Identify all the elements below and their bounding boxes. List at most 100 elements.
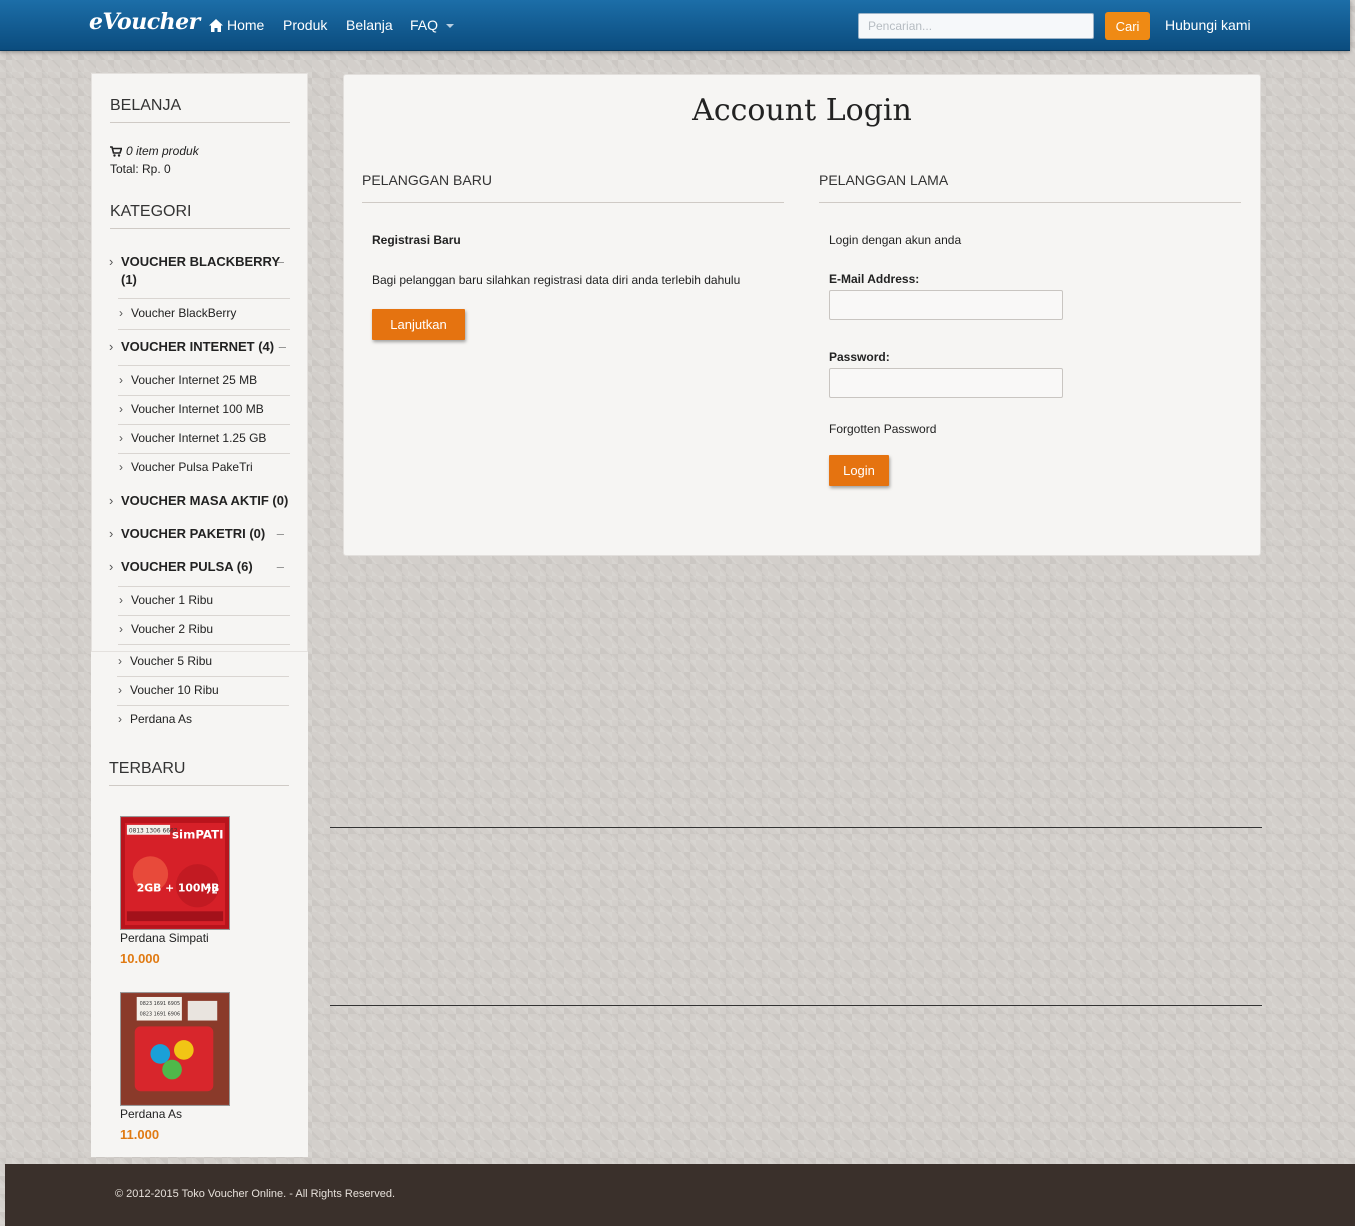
returning-customer-heading: PELANGGAN LAMA (819, 172, 1241, 203)
divider (117, 676, 289, 677)
category-paketri[interactable]: › VOUCHER PAKETRI (0) – (109, 525, 290, 543)
subcategory-label: Voucher 5 Ribu (130, 654, 213, 668)
chevron-right-icon: › (109, 559, 114, 574)
product-image-text: 0823 1691 6905 (140, 1001, 180, 1007)
subcategory-item[interactable]: › Voucher 2 Ribu (119, 622, 290, 636)
continue-button[interactable]: Lanjutkan (372, 309, 465, 340)
chevron-right-icon: › (109, 526, 114, 541)
category-label: VOUCHER BLACKBERRY (1) (121, 254, 280, 287)
category-label: VOUCHER MASA AKTIF (0) (121, 493, 289, 508)
nav-home-label: Home (227, 17, 265, 33)
subcategory-label: Voucher 2 Ribu (131, 622, 214, 636)
register-description: Bagi pelanggan baru silahkan registrasi … (372, 273, 741, 287)
product-price: 11.000 (120, 1127, 160, 1142)
product-name[interactable]: Perdana As (120, 1107, 182, 1121)
subcategory-label: Voucher BlackBerry (131, 306, 237, 320)
chevron-right-icon: › (119, 373, 123, 387)
nav-produk-label: Produk (283, 17, 328, 33)
brand-logo[interactable]: eVoucher (89, 9, 200, 35)
subcategory-label: Voucher 1 Ribu (131, 593, 214, 607)
chevron-right-icon: › (109, 254, 114, 269)
product-image-as[interactable]: 0823 1691 6905 0823 1691 6906 (120, 992, 230, 1106)
latest-heading: TERBARU (109, 760, 289, 786)
subcategory-item[interactable]: › Voucher 1 Ribu (119, 593, 290, 607)
cart-icon (110, 145, 122, 157)
subcategory-item[interactable]: › Voucher Pulsa PakeTri (119, 460, 290, 474)
divider (118, 298, 290, 299)
email-field[interactable] (829, 290, 1063, 320)
chevron-right-icon: › (119, 306, 123, 320)
divider (118, 615, 290, 616)
cart-summary[interactable]: 0 item produk (110, 144, 199, 158)
product-image-text: 72 (205, 887, 217, 897)
divider (330, 827, 1262, 828)
login-intro: Login dengan akun anda (829, 233, 962, 247)
category-masa-aktif[interactable]: › VOUCHER MASA AKTIF (0) (109, 492, 290, 510)
product-image-text: 0823 1691 6906 (140, 1012, 180, 1018)
category-heading: KATEGORI (110, 203, 290, 229)
cart-total: Total: Rp. 0 (110, 162, 171, 176)
category-blackberry[interactable]: › VOUCHER BLACKBERRY (1) – (109, 253, 290, 289)
divider (118, 365, 290, 366)
subcategory-label: Voucher 10 Ribu (130, 683, 219, 697)
subcategory-item[interactable]: › Voucher BlackBerry (119, 306, 290, 320)
subcategory-item[interactable]: › Perdana As (118, 712, 289, 726)
chevron-right-icon: › (118, 683, 122, 697)
product-image-simpati[interactable]: 0813 1306 6662 simPATI 2GB + 100MB 72 (120, 816, 230, 930)
contact-link[interactable]: Hubungi kami (1165, 17, 1251, 33)
nav-faq-label: FAQ (410, 17, 439, 33)
cart-item-count: 0 item produk (126, 144, 199, 158)
nav-faq[interactable]: FAQ (410, 17, 455, 33)
divider (118, 453, 290, 454)
password-label: Password: (829, 350, 890, 364)
chevron-right-icon: › (119, 593, 123, 607)
home-icon (209, 18, 223, 32)
chevron-right-icon: › (109, 493, 114, 508)
collapse-icon[interactable]: – (277, 253, 284, 271)
new-customer-heading: PELANGGAN BARU (362, 172, 784, 203)
nav-belanja-label: Belanja (346, 17, 393, 33)
subcategory-item[interactable]: › Voucher Internet 100 MB (119, 402, 290, 416)
product-name[interactable]: Perdana Simpati (120, 931, 209, 945)
divider (330, 1005, 1262, 1006)
category-label: VOUCHER PULSA (6) (121, 559, 253, 574)
subcategory-item[interactable]: › Voucher 5 Ribu (118, 654, 289, 668)
subcategory-item[interactable]: › Voucher 10 Ribu (118, 683, 289, 697)
category-pulsa[interactable]: › VOUCHER PULSA (6) – (109, 558, 290, 576)
search-input[interactable] (858, 13, 1094, 39)
product-image-text: 0813 1306 6662 (129, 829, 178, 835)
divider (118, 329, 290, 330)
search-button[interactable]: Cari (1105, 12, 1150, 40)
register-subheading: Registrasi Baru (372, 233, 461, 247)
login-button[interactable]: Login (829, 455, 889, 486)
collapse-icon[interactable]: – (277, 558, 284, 576)
nav-belanja[interactable]: Belanja (346, 17, 393, 33)
cart-heading: BELANJA (110, 97, 290, 123)
chevron-right-icon: › (119, 431, 123, 445)
subcategory-item[interactable]: › Voucher Internet 1.25 GB (119, 431, 290, 445)
subcategory-label: Voucher Internet 25 MB (131, 373, 258, 387)
subcategory-label: Voucher Pulsa PakeTri (131, 460, 253, 474)
divider (117, 705, 289, 706)
subcategory-item[interactable]: › Voucher Internet 25 MB (119, 373, 290, 387)
product-price: 10.000 (120, 951, 160, 966)
password-field[interactable] (829, 368, 1063, 398)
category-label: VOUCHER INTERNET (4) (121, 339, 275, 354)
copyright-text: © 2012-2015 Toko Voucher Online. - All R… (115, 1188, 396, 1200)
collapse-icon[interactable]: – (279, 338, 286, 356)
page-title: Account Login (692, 93, 912, 128)
category-label: VOUCHER PAKETRI (0) (121, 526, 266, 541)
divider (118, 424, 290, 425)
nav-produk[interactable]: Produk (283, 17, 327, 33)
collapse-icon[interactable]: – (277, 525, 284, 543)
category-internet[interactable]: › VOUCHER INTERNET (4) – (109, 338, 290, 356)
nav-home[interactable]: Home (209, 17, 264, 33)
chevron-right-icon: › (119, 622, 123, 636)
chevron-right-icon: › (119, 402, 123, 416)
forgot-password-link[interactable]: Forgotten Password (829, 422, 936, 436)
subcategory-label: Voucher Internet 1.25 GB (131, 431, 267, 445)
subcategory-label: Perdana As (130, 712, 193, 726)
chevron-down-icon (446, 24, 455, 28)
divider (118, 395, 290, 396)
chevron-right-icon: › (118, 712, 122, 726)
